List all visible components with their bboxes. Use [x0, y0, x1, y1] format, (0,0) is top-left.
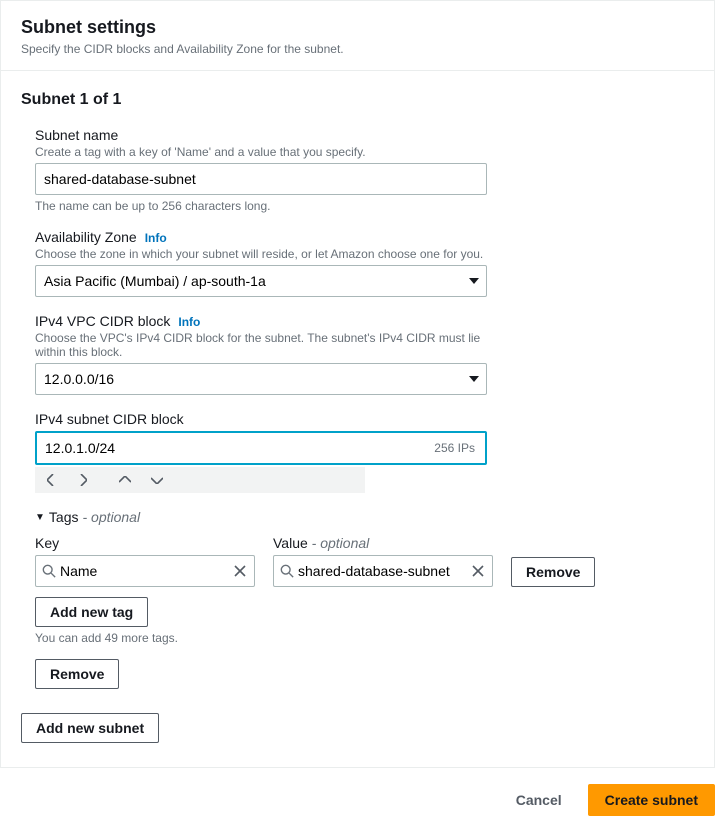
field-subnet-name: Subnet name Create a tag with a key of '… — [35, 127, 487, 213]
remove-tag-button[interactable]: Remove — [511, 557, 595, 587]
tags-remaining-hint: You can add 49 more tags. — [35, 631, 694, 645]
cidr-up-button[interactable] — [109, 467, 141, 493]
cancel-button[interactable]: Cancel — [500, 784, 578, 816]
add-new-subnet-button[interactable]: Add new subnet — [21, 713, 159, 743]
clear-key-button[interactable] — [232, 563, 248, 579]
az-desc: Choose the zone in which your subnet wil… — [35, 247, 487, 261]
subnet-index-title: Subnet 1 of 1 — [21, 91, 694, 109]
panel-body: Subnet 1 of 1 Subnet name Create a tag w… — [1, 71, 714, 767]
field-vpc-cidr: IPv4 VPC CIDR block Info Choose the VPC'… — [35, 313, 487, 395]
az-select-value[interactable] — [35, 265, 487, 297]
clear-value-button[interactable] — [470, 563, 486, 579]
tag-key-col: Key — [35, 535, 255, 587]
vpc-cidr-select-value[interactable] — [35, 363, 487, 395]
vpc-cidr-desc: Choose the VPC's IPv4 CIDR block for the… — [35, 331, 487, 359]
tag-value-optional: - optional — [308, 535, 369, 551]
subnet-name-desc: Create a tag with a key of 'Name' and a … — [35, 145, 487, 159]
triangle-down-icon: ▼ — [35, 512, 45, 523]
subnet-name-label: Subnet name — [35, 127, 118, 143]
az-label: Availability Zone — [35, 229, 137, 245]
tag-row: Key Value - optional — [35, 535, 694, 587]
tag-value-input[interactable] — [294, 563, 470, 579]
az-info-link[interactable]: Info — [145, 231, 167, 245]
remove-subnet-button[interactable]: Remove — [35, 659, 119, 689]
tag-remove-col: Remove — [511, 557, 595, 587]
subnet-cidr-label: IPv4 subnet CIDR block — [35, 411, 184, 427]
tag-value-input-wrap[interactable] — [273, 555, 493, 587]
vpc-cidr-label: IPv4 VPC CIDR block — [35, 313, 170, 329]
subnet-name-hint: The name can be up to 256 characters lon… — [35, 199, 487, 213]
cidr-prev-button[interactable] — [35, 467, 67, 493]
tag-key-input[interactable] — [56, 563, 232, 579]
subnet-name-input[interactable] — [35, 163, 487, 195]
cidr-next-button[interactable] — [67, 467, 99, 493]
subnet-settings-panel: Subnet settings Specify the CIDR blocks … — [0, 0, 715, 768]
panel-header: Subnet settings Specify the CIDR blocks … — [1, 1, 714, 71]
tags-toggle[interactable]: ▼ Tags - optional — [35, 509, 694, 525]
footer-actions: Cancel Create subnet — [0, 768, 715, 824]
tags-label: Tags — [49, 509, 79, 525]
tag-value-label: Value — [273, 535, 308, 551]
subnet-cidr-ipcount: 256 IPs — [434, 441, 485, 455]
tag-key-label: Key — [35, 535, 255, 551]
search-icon — [42, 564, 56, 578]
tag-key-input-wrap[interactable] — [35, 555, 255, 587]
add-new-tag-button[interactable]: Add new tag — [35, 597, 148, 627]
az-select[interactable] — [35, 265, 487, 297]
field-availability-zone: Availability Zone Info Choose the zone i… — [35, 229, 487, 297]
vpc-cidr-info-link[interactable]: Info — [178, 315, 200, 329]
search-icon — [280, 564, 294, 578]
panel-subtitle: Specify the CIDR blocks and Availability… — [21, 42, 694, 56]
subnet-cidr-input-wrap[interactable]: 256 IPs — [35, 431, 487, 465]
vpc-cidr-select[interactable] — [35, 363, 487, 395]
panel-title: Subnet settings — [21, 17, 694, 38]
tag-value-col: Value - optional — [273, 535, 493, 587]
subnet-cidr-input[interactable] — [37, 433, 434, 463]
tags-optional: - optional — [82, 509, 140, 525]
cidr-down-button[interactable] — [141, 467, 173, 493]
field-subnet-cidr: IPv4 subnet CIDR block 256 IPs — [35, 411, 487, 493]
create-subnet-button[interactable]: Create subnet — [588, 784, 715, 816]
cidr-nav-strip — [35, 467, 365, 493]
